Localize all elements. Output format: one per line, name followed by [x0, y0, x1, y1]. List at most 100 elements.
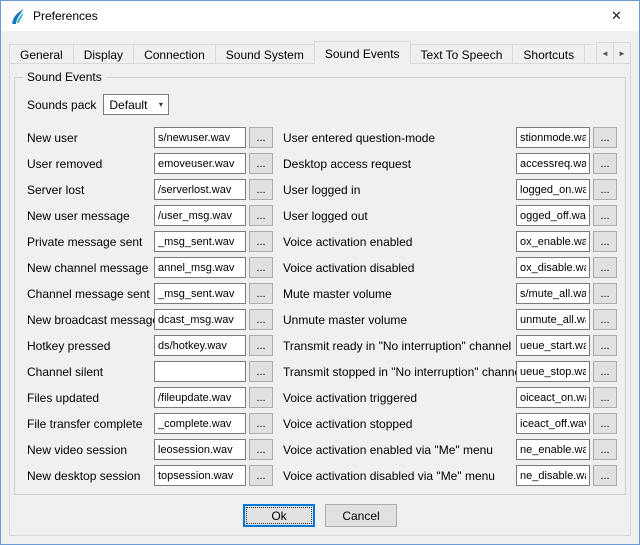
title-bar[interactable]: Preferences ✕	[1, 1, 639, 31]
sound-event-row: User entered question-mode ...	[283, 127, 617, 148]
browse-button[interactable]: ...	[593, 205, 617, 226]
browse-button[interactable]: ...	[593, 309, 617, 330]
tab-text-to-speech[interactable]: Text To Speech	[410, 44, 514, 64]
browse-button[interactable]: ...	[593, 153, 617, 174]
sound-event-row: File transfer complete ...	[27, 413, 273, 434]
browse-button[interactable]: ...	[249, 127, 273, 148]
tab-scroll-left-button[interactable]: ◄	[596, 42, 614, 64]
cancel-button[interactable]: Cancel	[325, 504, 397, 527]
sound-event-row: Channel silent ...	[27, 361, 273, 382]
tab-shortcuts[interactable]: Shortcuts	[512, 44, 585, 64]
browse-button[interactable]: ...	[593, 179, 617, 200]
scroll-left-icon: ◄	[601, 49, 609, 58]
sound-file-input[interactable]	[154, 465, 246, 486]
browse-button[interactable]: ...	[249, 387, 273, 408]
sound-event-row: Private message sent ...	[27, 231, 273, 252]
sound-file-input[interactable]	[516, 309, 590, 330]
browse-button[interactable]: ...	[249, 283, 273, 304]
sound-file-input[interactable]	[154, 361, 246, 382]
sound-file-input[interactable]	[516, 179, 590, 200]
browse-button[interactable]: ...	[249, 413, 273, 434]
close-button[interactable]: ✕	[594, 1, 639, 31]
tab-scroll-right-button[interactable]: ►	[613, 42, 631, 64]
sound-event-row: Voice activation enabled via "Me" menu .…	[283, 439, 617, 460]
sound-file-input[interactable]	[516, 439, 590, 460]
browse-button[interactable]: ...	[593, 361, 617, 382]
sound-event-label: User entered question-mode	[283, 131, 516, 145]
browse-button[interactable]: ...	[249, 309, 273, 330]
ok-button[interactable]: Ok	[243, 504, 315, 527]
browse-button[interactable]: ...	[249, 231, 273, 252]
sound-file-input[interactable]	[516, 231, 590, 252]
tab-sound-system[interactable]: Sound System	[215, 44, 315, 64]
preferences-window: Preferences ✕ GeneralDisplayConnectionSo…	[0, 0, 640, 545]
sound-event-row: User logged in ...	[283, 179, 617, 200]
browse-button[interactable]: ...	[593, 439, 617, 460]
browse-button[interactable]: ...	[593, 465, 617, 486]
sound-event-label: New user message	[27, 209, 154, 223]
tab-connection[interactable]: Connection	[133, 44, 216, 64]
sound-file-input[interactable]	[154, 335, 246, 356]
sound-file-input[interactable]	[516, 283, 590, 304]
sound-file-input[interactable]	[154, 127, 246, 148]
sound-file-input[interactable]	[154, 205, 246, 226]
sound-event-row: Voice activation enabled ...	[283, 231, 617, 252]
sound-event-row: User logged out ...	[283, 205, 617, 226]
sound-file-input[interactable]	[154, 413, 246, 434]
sound-event-label: Channel message sent	[27, 287, 154, 301]
browse-button[interactable]: ...	[249, 153, 273, 174]
browse-button[interactable]: ...	[249, 205, 273, 226]
sound-file-input[interactable]	[154, 153, 246, 174]
browse-button[interactable]: ...	[249, 465, 273, 486]
sounds-pack-value: Default	[109, 98, 147, 112]
browse-button[interactable]: ...	[593, 413, 617, 434]
sound-event-label: Desktop access request	[283, 157, 516, 171]
sound-file-input[interactable]	[516, 335, 590, 356]
tab-bar: GeneralDisplayConnectionSound SystemSoun…	[9, 41, 631, 64]
tab-display[interactable]: Display	[73, 44, 134, 64]
sound-file-input[interactable]	[154, 309, 246, 330]
sound-file-input[interactable]	[154, 179, 246, 200]
sound-file-input[interactable]	[516, 465, 590, 486]
sound-event-label: User removed	[27, 157, 154, 171]
sound-file-input[interactable]	[516, 205, 590, 226]
browse-button[interactable]: ...	[593, 257, 617, 278]
browse-button[interactable]: ...	[593, 127, 617, 148]
sound-event-label: Voice activation disabled	[283, 261, 516, 275]
sounds-pack-label: Sounds pack	[27, 98, 96, 112]
browse-button[interactable]: ...	[249, 179, 273, 200]
sound-file-input[interactable]	[154, 439, 246, 460]
sound-file-input[interactable]	[154, 387, 246, 408]
browse-button[interactable]: ...	[593, 231, 617, 252]
browse-button[interactable]: ...	[249, 335, 273, 356]
browse-button[interactable]: ...	[249, 257, 273, 278]
sound-file-input[interactable]	[516, 127, 590, 148]
sound-file-input[interactable]	[516, 153, 590, 174]
sound-file-input[interactable]	[516, 387, 590, 408]
sound-event-row: Voice activation disabled via "Me" menu …	[283, 465, 617, 486]
close-icon: ✕	[611, 8, 622, 24]
sound-event-label: Files updated	[27, 391, 154, 405]
browse-button[interactable]: ...	[593, 335, 617, 356]
teamtalk-app-icon	[9, 8, 26, 25]
sound-event-label: New channel message	[27, 261, 154, 275]
browse-button[interactable]: ...	[249, 361, 273, 382]
browse-button[interactable]: ...	[593, 283, 617, 304]
tab-sound-events[interactable]: Sound Events	[314, 41, 411, 64]
sound-file-input[interactable]	[516, 257, 590, 278]
sound-file-input[interactable]	[516, 361, 590, 382]
sound-file-input[interactable]	[154, 283, 246, 304]
sound-event-label: New video session	[27, 443, 154, 457]
tab-video[interactable]: Video	[584, 44, 594, 64]
browse-button[interactable]: ...	[593, 387, 617, 408]
sounds-pack-combobox[interactable]: Default ▾	[103, 94, 169, 115]
sound-file-input[interactable]	[516, 413, 590, 434]
sound-event-row: Mute master volume ...	[283, 283, 617, 304]
tab-general[interactable]: General	[9, 44, 74, 64]
sound-file-input[interactable]	[154, 231, 246, 252]
browse-button[interactable]: ...	[249, 439, 273, 460]
sound-file-input[interactable]	[154, 257, 246, 278]
sound-event-label: New user	[27, 131, 154, 145]
sound-event-label: Server lost	[27, 183, 154, 197]
sound-event-label: Hotkey pressed	[27, 339, 154, 353]
